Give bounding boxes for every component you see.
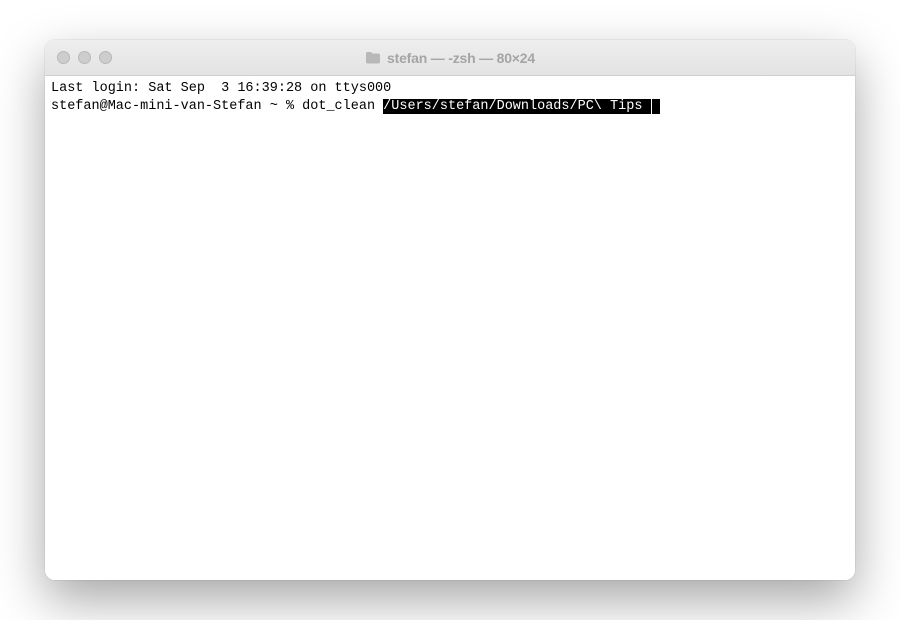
titlebar[interactable]: stefan — -zsh — 80×24	[45, 40, 855, 76]
prompt-line: stefan@Mac-mini-van-Stefan ~ % dot_clean…	[51, 98, 849, 116]
folder-icon	[365, 51, 381, 64]
shell-prompt: stefan@Mac-mini-van-Stefan ~ %	[51, 99, 302, 114]
terminal-window: stefan — -zsh — 80×24 Last login: Sat Se…	[45, 40, 855, 580]
close-button[interactable]	[57, 51, 70, 64]
cursor	[652, 99, 660, 114]
terminal-content[interactable]: Last login: Sat Sep 3 16:39:28 on ttys00…	[45, 76, 855, 580]
highlighted-argument: /Users/stefan/Downloads/PC\ Tips	[383, 99, 650, 114]
title-container: stefan — -zsh — 80×24	[45, 50, 855, 66]
last-login-line: Last login: Sat Sep 3 16:39:28 on ttys00…	[51, 80, 849, 98]
zoom-button[interactable]	[99, 51, 112, 64]
minimize-button[interactable]	[78, 51, 91, 64]
command-text: dot_clean	[302, 99, 383, 114]
window-controls	[45, 51, 112, 64]
window-title: stefan — -zsh — 80×24	[387, 50, 535, 66]
